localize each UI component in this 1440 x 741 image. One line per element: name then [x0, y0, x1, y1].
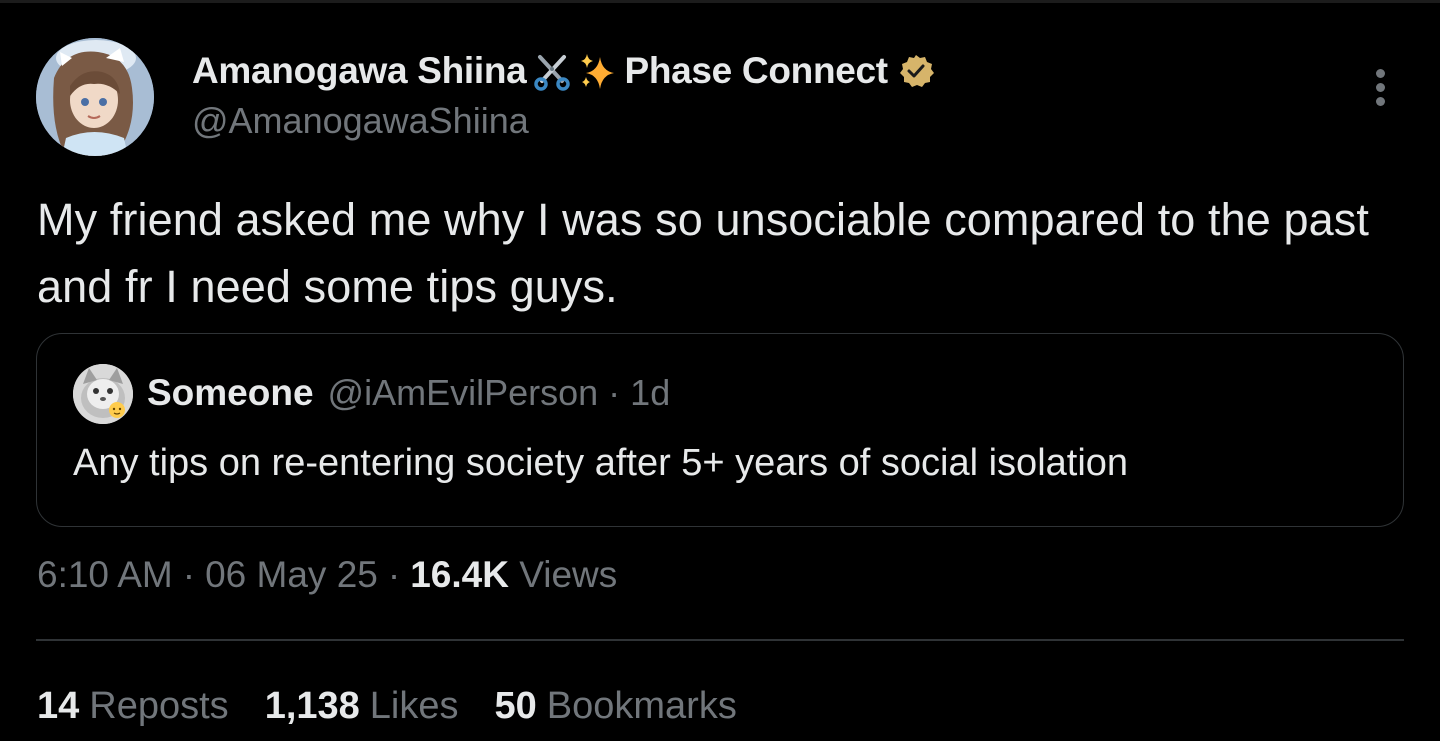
meta-separator: ·	[182, 554, 196, 595]
verified-badge-icon[interactable]	[898, 53, 934, 89]
more-dot	[1375, 82, 1385, 92]
meta-separator: ·	[387, 554, 401, 595]
likes-stat[interactable]: 1,138 Likes	[265, 685, 459, 728]
more-dot	[1375, 68, 1385, 78]
divider	[36, 639, 1404, 641]
author-display-name[interactable]: Amanogawa Shiina	[192, 50, 527, 92]
tweet-detail: Amanogawa Shiina Phase Connect @Amanogaw…	[0, 0, 1440, 741]
quoted-tweet-text: Any tips on re-entering society after 5+…	[73, 442, 1129, 484]
reposts-stat[interactable]: 14 Reposts	[37, 685, 229, 728]
author-affiliation[interactable]: Phase Connect	[624, 50, 888, 92]
sparkles-icon	[578, 51, 618, 91]
likes-count: 1,138	[264, 685, 360, 727]
quoted-author-avatar[interactable]	[73, 364, 133, 424]
scissors-icon	[532, 51, 572, 91]
bookmarks-label: Bookmarks	[546, 685, 737, 727]
tweet-time[interactable]: 6:10 AM	[37, 554, 173, 596]
tweet-date[interactable]: 06 May 25	[205, 554, 378, 596]
bookmarks-count: 50	[494, 685, 537, 727]
more-dot	[1375, 96, 1385, 106]
quoted-tweet-header: Someone @iAmEvilPerson · 1d	[147, 372, 670, 414]
views-count: 16.4K	[410, 554, 509, 595]
author-name-row[interactable]: Amanogawa Shiina Phase Connect	[192, 48, 934, 94]
quoted-author-name[interactable]: Someone	[147, 372, 314, 414]
reposts-count: 14	[37, 685, 80, 727]
likes-label: Likes	[369, 685, 459, 727]
tweet-text: My friend asked me why I was so unsociab…	[37, 194, 1369, 312]
tweet-meta: 6:10 AM · 06 May 25 · 16.4K Views	[37, 554, 617, 596]
bookmarks-stat[interactable]: 50 Bookmarks	[495, 685, 737, 728]
reposts-label: Reposts	[89, 685, 229, 727]
author-avatar[interactable]	[36, 38, 154, 156]
quoted-timestamp[interactable]: 1d	[630, 372, 670, 414]
quoted-tweet-card[interactable]: Someone @iAmEvilPerson · 1d Any tips on …	[36, 333, 1404, 527]
quoted-author-handle[interactable]: @iAmEvilPerson	[328, 372, 599, 414]
quoted-separator: ·	[608, 372, 621, 413]
more-options-icon[interactable]	[1362, 62, 1398, 112]
author-handle[interactable]: @AmanogawaShiina	[192, 100, 529, 142]
views-label: Views	[519, 554, 618, 595]
tweet-stats: 14 Reposts 1,138 Likes 50 Bookmarks	[37, 685, 737, 728]
